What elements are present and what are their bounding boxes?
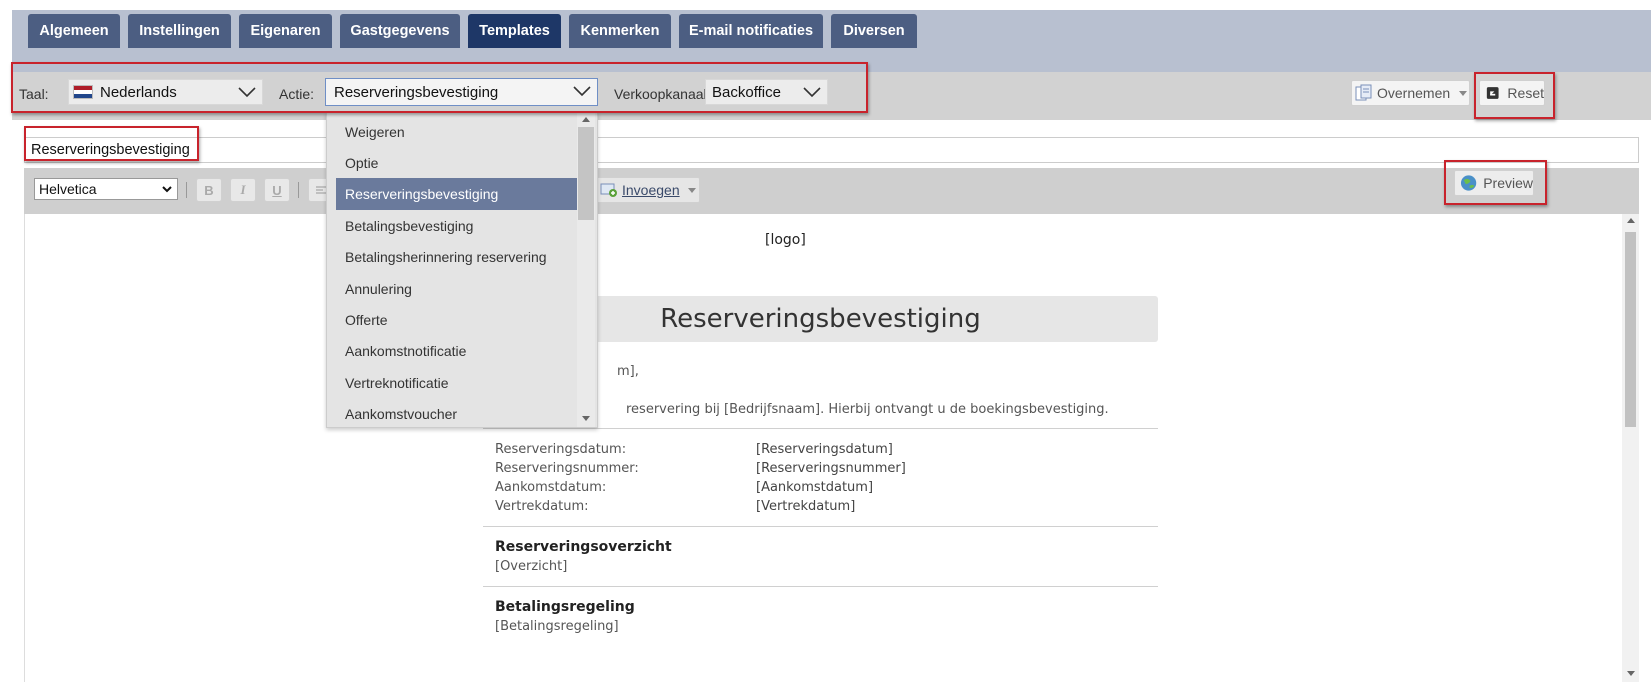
scrollbar-thumb[interactable] — [578, 127, 594, 220]
divider — [483, 428, 1158, 429]
font-value: Helvetica — [39, 181, 97, 197]
tab-email-notificaties[interactable]: E-mail notificaties — [679, 14, 823, 48]
chevron-down-icon — [803, 87, 821, 98]
tab-diversen[interactable]: Diversen — [831, 14, 917, 48]
editor-toolbar: Helvetica B I U Invoegen Preview — [24, 168, 1639, 214]
bold-button[interactable]: B — [196, 178, 222, 202]
insert-image-icon — [600, 183, 617, 197]
overview-title: Reserveringsoverzicht — [495, 539, 672, 555]
dropdown-option[interactable]: Aankomstnotificatie — [336, 334, 581, 368]
preview-button-label: Preview — [1483, 175, 1533, 191]
action-label: Actie: — [279, 86, 315, 102]
caret-down-icon — [687, 188, 696, 193]
dropdown-option[interactable]: Aankomstvoucher — [336, 397, 581, 431]
tab-gastgegevens[interactable]: Gastgegevens — [340, 14, 460, 48]
underline-button[interactable]: U — [264, 178, 290, 202]
subject-input[interactable]: Reserveringsbevestiging — [24, 137, 1639, 163]
reset-icon — [1486, 87, 1499, 99]
italic-button[interactable]: I — [230, 178, 256, 202]
tab-kenmerken[interactable]: Kenmerken — [569, 14, 671, 48]
action-dropdown-list[interactable]: Weigeren Optie Reserveringsbevestiging B… — [326, 112, 598, 428]
scroll-down-icon[interactable] — [582, 416, 590, 421]
dropdown-option[interactable]: Weigeren — [336, 115, 581, 149]
chevron-down-icon — [573, 86, 591, 97]
intro-text: reservering bij [Bedrijfsnaam]. Hierbij … — [626, 402, 1109, 417]
channel-value: Backoffice — [712, 83, 781, 101]
insert-button[interactable]: Invoegen — [594, 177, 700, 203]
tab-instellingen[interactable]: Instellingen — [128, 14, 231, 48]
dropdown-option[interactable]: Annulering — [336, 272, 581, 306]
caret-down-icon — [1459, 91, 1468, 96]
scroll-down-icon[interactable] — [1627, 671, 1635, 676]
scroll-up-icon[interactable] — [1627, 218, 1635, 223]
dropdown-option[interactable]: Betalingsbevestiging — [336, 209, 581, 243]
font-select[interactable]: Helvetica — [34, 178, 178, 200]
divider — [483, 586, 1158, 587]
editor-scrollbar[interactable] — [1622, 214, 1639, 682]
globe-icon — [1460, 175, 1477, 191]
overview-value: [Overzicht] — [495, 559, 568, 574]
tab-eigenaren[interactable]: Eigenaren — [239, 14, 332, 48]
toolbar-divider — [186, 182, 187, 198]
editor-area[interactable]: [logo] Reserveringsbevestiging m], reser… — [24, 214, 1639, 682]
channel-select[interactable]: Backoffice — [705, 79, 828, 105]
divider — [483, 526, 1158, 527]
insert-button-label: Invoegen — [622, 182, 680, 198]
copy-button[interactable]: Overnemen — [1351, 80, 1470, 106]
chevron-down-icon — [162, 186, 172, 193]
scroll-up-icon[interactable] — [582, 117, 590, 122]
dropdown-option[interactable]: Optie — [336, 146, 581, 180]
copy-button-label: Overnemen — [1377, 85, 1451, 101]
chevron-down-icon — [238, 87, 256, 98]
dropdown-option[interactable]: Vertreknotificatie — [336, 366, 581, 400]
preview-button[interactable]: Preview — [1454, 170, 1534, 196]
logo-placeholder: [logo] — [765, 232, 806, 248]
language-label: Taal: — [19, 86, 49, 102]
reset-button-label: Reset — [1507, 85, 1544, 101]
tab-algemeen[interactable]: Algemeen — [28, 14, 120, 48]
payment-title: Betalingsregeling — [495, 599, 635, 615]
language-value: Nederlands — [100, 83, 177, 101]
action-value: Reserveringsbevestiging — [334, 83, 499, 101]
action-select[interactable]: Reserveringsbevestiging — [325, 78, 598, 106]
dropdown-option[interactable]: Offerte — [336, 303, 581, 337]
greeting-text: m], — [617, 364, 639, 379]
tab-templates[interactable]: Templates — [468, 14, 561, 48]
toolbar-divider — [298, 182, 299, 198]
channel-label: Verkoopkanaal: — [614, 86, 711, 102]
dropdown-option-selected[interactable]: Reserveringsbevestiging — [336, 178, 581, 210]
dropdown-scrollbar[interactable] — [577, 113, 595, 427]
reset-button[interactable]: Reset — [1479, 80, 1545, 106]
payment-value: [Betalingsregeling] — [495, 619, 619, 634]
copy-documents-icon — [1355, 84, 1372, 101]
scrollbar-thumb[interactable] — [1625, 232, 1636, 427]
dropdown-option[interactable]: Betalingsherinnering reservering — [336, 240, 581, 274]
language-select[interactable]: Nederlands — [68, 79, 263, 105]
netherlands-flag-icon — [73, 85, 93, 99]
